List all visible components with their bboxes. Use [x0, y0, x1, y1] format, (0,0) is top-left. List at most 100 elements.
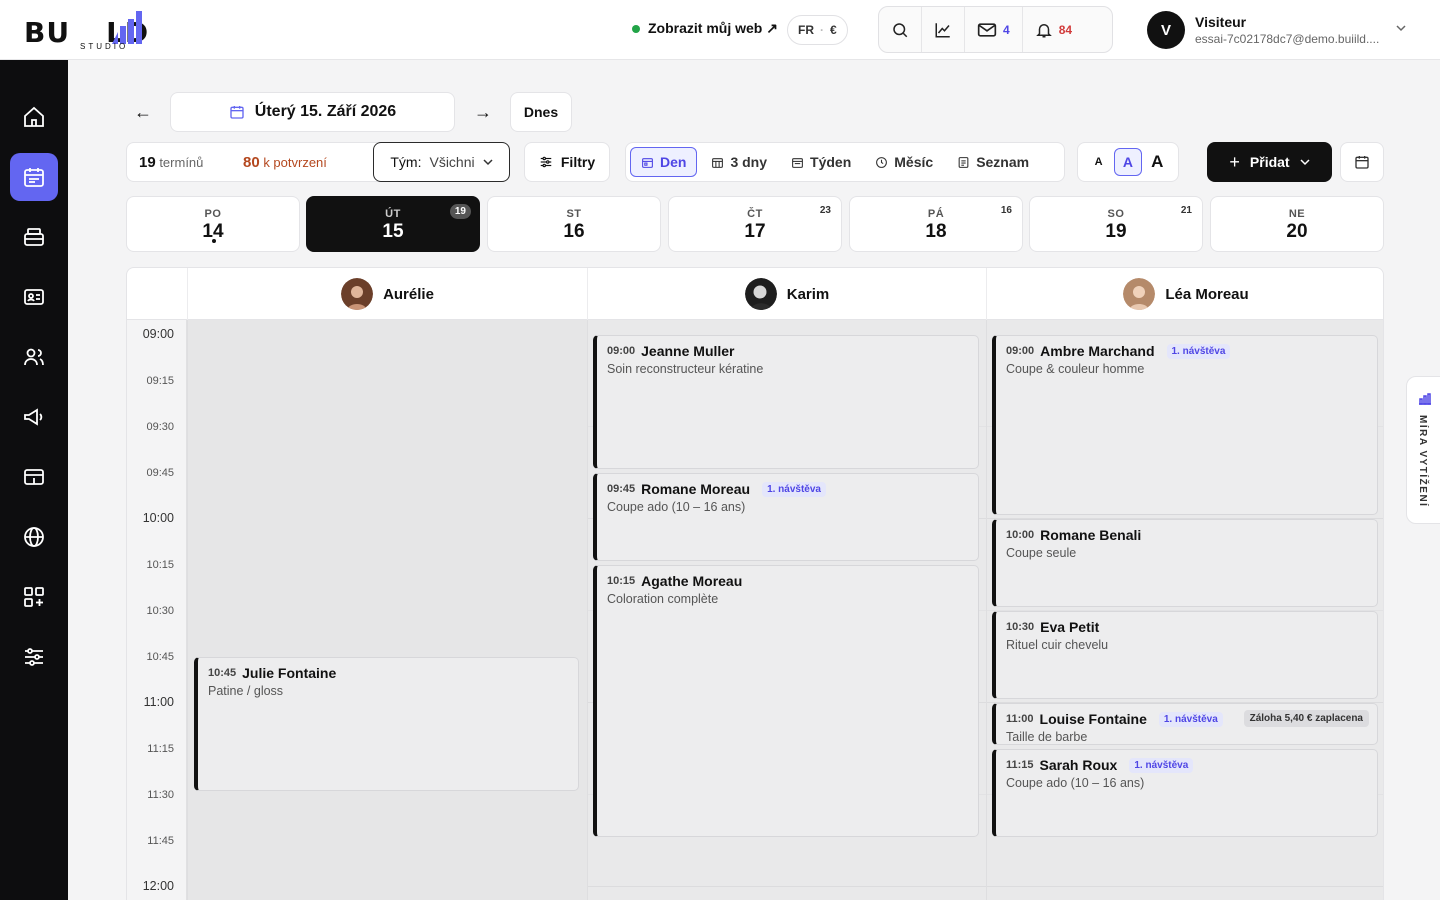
font-size-large[interactable]: A — [1143, 148, 1171, 176]
bar-chart-icon — [1419, 393, 1431, 405]
time-label: 09:15 — [146, 375, 174, 387]
today-button[interactable]: Dnes — [510, 92, 572, 132]
sidebar-item-clients[interactable] — [10, 273, 58, 321]
staff-column-aurelie[interactable]: Aurélie — [187, 268, 587, 320]
view-3days-tab[interactable]: 3 dny — [701, 147, 777, 177]
time-label: 10:45 — [146, 651, 174, 663]
time-label: 11:30 — [147, 789, 174, 801]
day-card-sun[interactable]: NE 20 — [1210, 196, 1384, 252]
calendar-icon — [24, 168, 44, 187]
megaphone-icon — [24, 408, 43, 426]
sidebar-item-website[interactable] — [10, 513, 58, 561]
appointment-card[interactable]: 10:30 Eva Petit Rituel cuir chevelu — [992, 611, 1378, 699]
day-card-tue[interactable]: 19 ÚT 15 — [306, 196, 480, 252]
sidebar-item-team[interactable] — [10, 333, 58, 381]
chart-icon — [935, 22, 950, 37]
first-visit-badge: 1. návštěva — [1158, 711, 1223, 727]
appointment-card[interactable]: 10:15 Agathe Moreau Coloration complète — [593, 565, 979, 837]
view-day-tab[interactable]: Den — [630, 147, 698, 177]
add-button[interactable]: + Přidat — [1207, 142, 1332, 182]
appointment-card[interactable]: 10:00 Romane Benali Coupe seule — [992, 519, 1378, 607]
filters-button[interactable]: Filtry — [524, 142, 610, 182]
appointment-card[interactable]: 11:00 Louise Fontaine 1. návštěva Záloha… — [992, 703, 1378, 745]
font-size-small[interactable]: A — [1085, 148, 1113, 176]
view-week-tab[interactable]: Týden — [781, 147, 861, 177]
date-picker[interactable]: Úterý 15. Září 2026 — [170, 92, 455, 132]
first-visit-badge: 1. návštěva — [762, 481, 826, 497]
plus-icon: + — [1229, 151, 1240, 172]
appointment-card[interactable]: 09:00 Ambre Marchand 1. návštěva Coupe &… — [992, 335, 1378, 515]
home-icon — [24, 106, 44, 127]
language-currency-selector[interactable]: FR · € — [787, 15, 848, 45]
time-label: 09:30 — [146, 421, 174, 433]
top-bar: BU LD STUDIO Zobrazit můj web ↗ FR · € 4 … — [0, 0, 1440, 60]
staff-column-lea-moreau[interactable]: Léa Moreau — [986, 268, 1383, 320]
day-count-badge: 21 — [1180, 205, 1192, 216]
globe-icon — [24, 527, 44, 547]
mail-icon — [977, 22, 997, 37]
mail-button[interactable]: 4 — [965, 7, 1023, 52]
view-list-tab[interactable]: Seznam — [947, 147, 1039, 177]
staff-day-column[interactable] — [187, 320, 587, 900]
appointment-card[interactable]: 09:45 Romane Moreau 1. návštěva Coupe ad… — [593, 473, 979, 561]
users-icon — [24, 348, 44, 366]
time-label: 10:00 — [142, 511, 174, 525]
day-count-badge: 19 — [449, 204, 471, 219]
time-label: 09:00 — [142, 327, 174, 341]
appointment-card[interactable]: 09:00 Jeanne Muller Soin reconstructeur … — [593, 335, 979, 469]
chevron-down-icon — [483, 159, 493, 166]
occupancy-tab[interactable]: MÍRA VYTÍŽENÍ — [1406, 376, 1440, 524]
day-calendar-grid: Aurélie Karim Léa Moreau 09:00 09:15 09:… — [126, 267, 1384, 900]
mini-calendar-button[interactable] — [1340, 142, 1384, 182]
chevron-down-icon[interactable] — [1396, 24, 1406, 32]
sliders-icon — [25, 648, 43, 666]
notifications-button[interactable]: 84 — [1023, 7, 1084, 52]
view-website-link[interactable]: Zobrazit můj web ↗ — [632, 20, 778, 37]
logo[interactable]: BU LD STUDIO — [24, 8, 184, 54]
appointment-card[interactable]: 10:45 Julie Fontaine Patine / gloss — [194, 657, 579, 791]
stats-button[interactable] — [922, 7, 965, 52]
search-icon — [893, 22, 908, 37]
online-dot-icon — [632, 24, 640, 33]
sidebar-item-home[interactable] — [10, 93, 58, 141]
calendar-icon — [712, 157, 724, 168]
day-card-thu[interactable]: 23 ČT 17 — [668, 196, 842, 252]
user-menu[interactable]: V Visiteur essai-7c02178dc7@demo.buiild.… — [1147, 11, 1379, 49]
sidebar-item-payments[interactable] — [10, 453, 58, 501]
sidebar-item-register[interactable] — [10, 213, 58, 261]
sidebar-item-marketing[interactable] — [10, 393, 58, 441]
pending-confirmations[interactable]: 80 k potvrzení — [231, 154, 327, 171]
bell-icon — [1035, 23, 1052, 37]
chevron-down-icon — [1300, 159, 1310, 166]
sidebar-item-calendar[interactable] — [10, 153, 58, 201]
day-card-sat[interactable]: 21 SO 19 — [1029, 196, 1203, 252]
day-count-badge: 16 — [1000, 205, 1012, 216]
appointment-card[interactable]: 11:15 Sarah Roux 1. návštěva Coupe ado (… — [992, 749, 1378, 837]
staff-column-karim[interactable]: Karim — [587, 268, 986, 320]
time-label: 11:45 — [147, 835, 174, 847]
register-icon — [24, 228, 44, 246]
time-label: 09:45 — [146, 467, 174, 479]
view-month-tab[interactable]: Měsíc — [865, 147, 943, 177]
calendar-day-icon — [642, 157, 653, 168]
apps-icon — [24, 587, 44, 607]
day-card-mon[interactable]: PO 14 — [126, 196, 300, 252]
sidebar-item-settings[interactable] — [10, 633, 58, 681]
day-card-wed[interactable]: ST 16 — [487, 196, 661, 252]
today-marker — [212, 239, 216, 243]
sidebar-item-apps[interactable] — [10, 573, 58, 621]
day-card-fri[interactable]: 16 PÁ 18 — [849, 196, 1023, 252]
time-label: 11:00 — [143, 695, 174, 709]
time-column: 09:00 09:15 09:30 09:45 10:00 10:15 10:3… — [127, 320, 187, 900]
list-icon — [958, 156, 969, 168]
user-name: Visiteur — [1195, 14, 1247, 30]
user-email: essai-7c02178dc7@demo.buiild.... — [1195, 32, 1380, 46]
day-count-badge: 23 — [819, 205, 831, 216]
prev-day-button[interactable]: ← — [134, 102, 152, 123]
next-day-button[interactable]: → — [474, 102, 492, 123]
avatar: V — [1147, 11, 1185, 49]
avatar — [1123, 278, 1156, 310]
search-button[interactable] — [879, 7, 922, 52]
font-size-medium[interactable]: A — [1113, 148, 1142, 176]
team-select[interactable]: Tým: Všichni — [373, 142, 510, 182]
